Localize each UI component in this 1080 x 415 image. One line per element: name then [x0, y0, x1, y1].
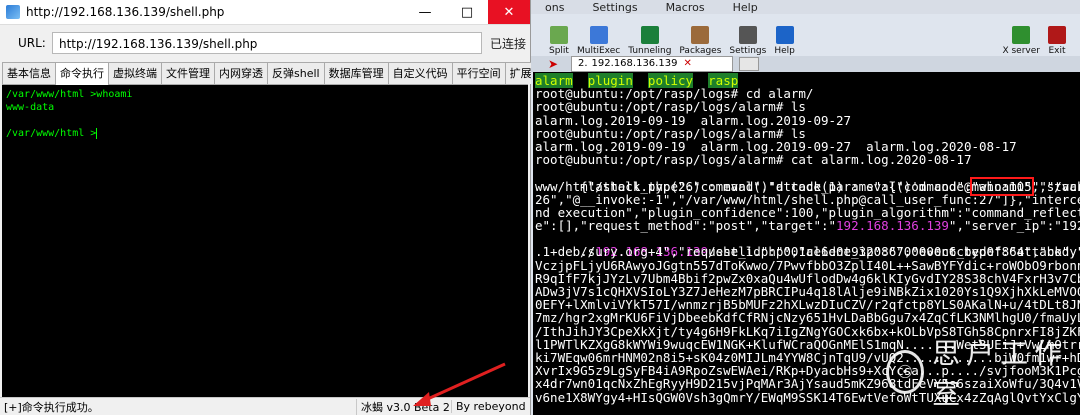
terminal-line: /var/www/html > — [6, 127, 98, 139]
tab-4[interactable]: 内网穿透 — [214, 62, 268, 84]
url-bar: URL: http://192.168.136.139/shell.php 已连… — [0, 25, 530, 61]
json-line: www/html/shell.php(26) : eval()'d code(1… — [535, 178, 1080, 194]
packages-button[interactable]: Packages — [679, 26, 721, 56]
window-title: http://192.168.136.139/shell.php — [26, 5, 225, 19]
shell-line: root@ubuntu:/opt/rasp/logs/alarm# ls — [535, 125, 806, 141]
multiexec-button[interactable]: MultiExec — [577, 26, 620, 56]
session-tab[interactable]: 2. 192.168.136.139 ✕ — [571, 56, 733, 72]
menu-item-settings[interactable]: Settings — [592, 1, 637, 14]
settings-icon — [738, 26, 757, 44]
json-line: .1+deb.sury.org+4","request_id":"001ae6d… — [535, 244, 1080, 260]
webshell-client-window: http://192.168.136.139/shell.php — □ ✕ U… — [0, 0, 556, 415]
author-label: By rebeyond — [451, 400, 530, 413]
menu-item-macros[interactable]: Macros — [666, 1, 705, 14]
cursor — [96, 127, 98, 139]
terminal-line: www-data — [6, 102, 55, 113]
settings-button[interactable]: Settings — [729, 26, 766, 56]
watermark-logo-icon: ☉ — [886, 350, 925, 394]
app-icon — [6, 5, 20, 19]
connection-status: 已连接 — [490, 36, 527, 51]
ip-address-highlight: 192.168.136.139 — [836, 218, 949, 234]
tool-label: MultiExec — [576, 46, 621, 56]
json-line: e":[],"request_method":"post","target":"… — [535, 218, 1080, 234]
tab-6[interactable]: 数据库管理 — [323, 62, 389, 84]
watermark: ☉ 思户工作室 — [886, 337, 1076, 410]
home-icon[interactable]: ➤ — [539, 57, 567, 71]
json-line: 7mz/hgr2xgMrKU6FiVjDbeebKdfCfRNjcNzy651H… — [535, 310, 1080, 326]
tab-3[interactable]: 文件管理 — [161, 62, 215, 84]
tunneling-icon — [640, 26, 659, 44]
help-icon — [775, 26, 794, 44]
session-tab-strip: ➤ 2. 192.168.136.139 ✕ — [531, 56, 1080, 72]
shell-line: root@ubuntu:/opt/rasp/logs/alarm# ls — [535, 99, 806, 115]
minimize-icon[interactable]: — — [404, 0, 446, 24]
tool-label: Settings — [729, 46, 767, 56]
exit-icon — [1048, 26, 1066, 44]
toolbar: Split MultiExec Tunneling Packages Settings H… — [531, 14, 1080, 58]
json-line: 26","@__invoke:-1","/var/www/html/shell.… — [535, 191, 1080, 207]
tool-label: Tunneling — [628, 46, 672, 56]
command-output-terminal[interactable]: /var/www/html >whoami www-data/var/www/ht… — [2, 85, 528, 398]
tool-label: Packages — [679, 46, 722, 56]
tab-1[interactable]: 命令执行 — [55, 62, 109, 85]
tool-label: X server — [1002, 46, 1040, 56]
title-bar: http://192.168.136.139/shell.php — □ ✕ — [0, 0, 530, 25]
x-server-button[interactable]: X server — [1002, 26, 1040, 56]
split-icon — [549, 26, 568, 44]
tab-7[interactable]: 自定义代码 — [387, 62, 453, 84]
packages-icon — [691, 26, 710, 44]
menu-bar: ons Settings Macros Help — [531, 0, 1080, 14]
session-tab-number: 2. — [578, 58, 588, 69]
session-tab-label: 192.168.136.139 — [591, 58, 678, 69]
url-input[interactable]: http://192.168.136.139/shell.php — [52, 32, 482, 54]
new-tab-button[interactable] — [738, 57, 759, 71]
tab-8[interactable]: 平行空间 — [451, 62, 506, 84]
json-first-line: {"attack_type":"command","attack_params"… — [535, 166, 1080, 196]
tab-close-icon[interactable]: ✕ — [683, 58, 691, 69]
split-button[interactable]: Split — [549, 26, 569, 56]
url-label: URL: — [18, 36, 46, 50]
terminal-line: /var/www/html >whoami — [6, 89, 133, 100]
multiexec-icon — [589, 26, 608, 44]
watermark-text: 思户工作室 — [932, 337, 1069, 410]
maximize-icon[interactable]: □ — [446, 0, 488, 24]
tunneling-button[interactable]: Tunneling — [628, 26, 671, 56]
tab-0[interactable]: 基本信息 — [2, 62, 56, 84]
menu-item-help[interactable]: Help — [733, 1, 758, 14]
tab-2[interactable]: 虚拟终端 — [108, 62, 162, 84]
json-line: VczjpFLjyU6RAwyoJGgtn557dToKwwo/7PwvfbbO… — [535, 257, 1080, 273]
shell-line: root@ubuntu:/opt/rasp/logs/alarm# cat al… — [535, 152, 972, 168]
shell-line: alarm.log.2019-09-19 alarm.log.2019-09-2… — [535, 112, 852, 128]
ssh-terminal-window: ons Settings Macros Help Split MultiExec Tunn… — [531, 0, 1080, 415]
version-label: 冰蝎 v3.0 Beta 2 — [356, 398, 451, 415]
status-bar: [+]命令执行成功。 冰蝎 v3.0 Beta 2 By rebeyond — [0, 397, 530, 415]
x-server-icon — [1012, 26, 1031, 44]
help-button[interactable]: Help — [774, 26, 795, 56]
tool-label: Split — [549, 46, 569, 56]
tool-label: Exit — [1048, 46, 1066, 56]
tab-5[interactable]: 反弹shell — [267, 62, 325, 84]
exit-button[interactable]: Exit — [1048, 26, 1066, 56]
function-tabs: 基本信息 命令执行 虚拟终端 文件管理 内网穿透 反弹shell 数据库管理 自定义代码 平行空… — [2, 62, 556, 85]
close-icon[interactable]: ✕ — [488, 0, 530, 24]
status-message: [+]命令执行成功。 — [4, 400, 99, 414]
tool-label: Help — [774, 46, 795, 56]
menu-item-ons[interactable]: ons — [545, 1, 564, 14]
